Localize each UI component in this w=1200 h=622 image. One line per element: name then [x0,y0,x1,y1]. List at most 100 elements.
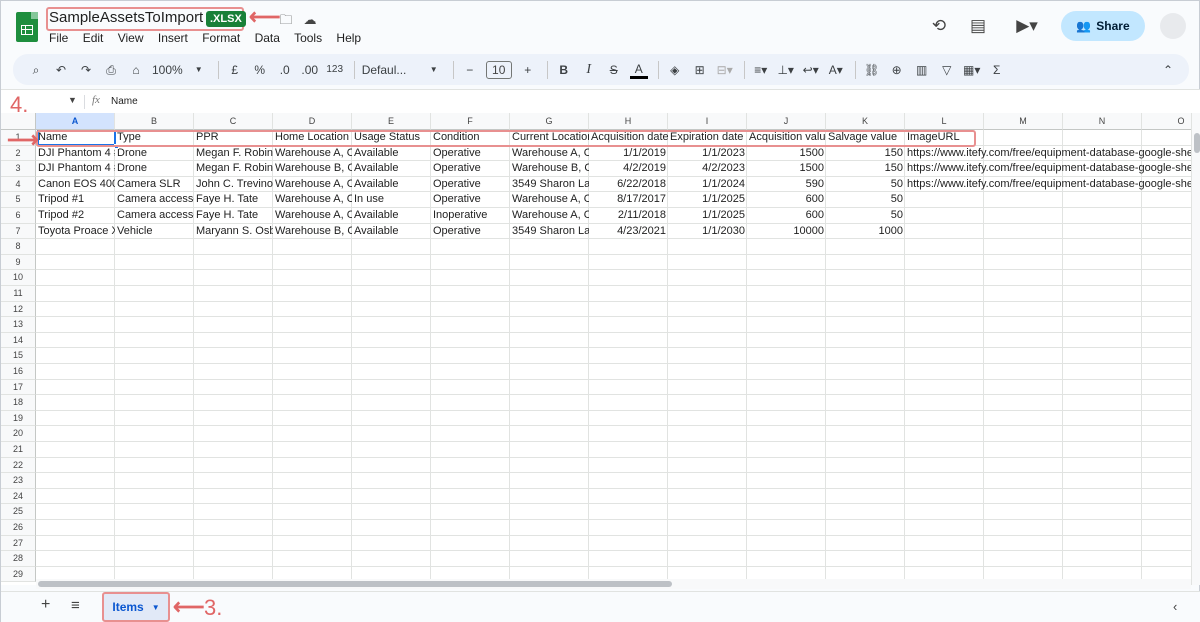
table-cell[interactable]: Camera accesso [115,192,194,208]
font-size-input[interactable]: 10 [485,60,512,79]
row-header-17[interactable]: 17 [1,379,36,396]
meet-icon[interactable]: ▶▾ [1011,15,1043,37]
filter-views-icon[interactable]: ▦▾ [963,60,981,80]
table-cell[interactable] [905,208,984,224]
table-cell[interactable]: DJI Phantom 4 # [36,146,115,162]
column-header-j[interactable]: J [747,113,826,130]
column-header-b[interactable]: B [115,113,194,130]
document-title[interactable]: SampleAssetsToImport [49,9,203,26]
fill-color-icon[interactable]: ◈ [666,60,684,80]
comments-icon[interactable]: ▤ [967,15,989,37]
table-cell[interactable]: Canon EOS 400 [36,177,115,193]
table-cell[interactable]: In use [352,192,431,208]
menu-file[interactable]: File [49,31,68,45]
table-cell[interactable]: Operative [431,161,510,177]
increase-font-size-icon[interactable]: + [519,60,537,80]
row-header-12[interactable]: 12 [1,301,36,318]
table-cell[interactable]: Maryann S. Osb [194,224,273,240]
row-header-13[interactable]: 13 [1,317,36,333]
text-wrapping-icon[interactable]: ↩▾ [802,60,820,80]
row-header-6[interactable]: 6 [1,208,36,224]
sheets-logo-icon[interactable] [16,12,38,42]
table-cell[interactable]: 4/2/2023 [668,161,747,177]
table-cell[interactable]: Faye H. Tate [194,192,273,208]
row-header-4[interactable]: 4 [1,176,36,193]
row-header-5[interactable]: 5 [1,192,36,208]
table-cell[interactable]: 1500 [747,161,826,177]
column-header-d[interactable]: D [273,113,352,130]
row-header-15[interactable]: 15 [1,348,36,364]
table-cell[interactable]: Available [352,161,431,177]
column-header-m[interactable]: M [984,113,1063,130]
table-cell[interactable]: 590 [747,177,826,193]
table-cell[interactable]: 1000 [826,224,905,240]
table-cell[interactable]: Megan F. Robins [194,161,273,177]
table-cell[interactable]: 50 [826,208,905,224]
table-cell[interactable]: 1/1/2025 [668,192,747,208]
menu-tools[interactable]: Tools [294,31,322,45]
table-cell[interactable]: 1/1/2024 [668,177,747,193]
cloud-status-icon[interactable]: ☁ [302,12,318,28]
horizontal-scroll-thumb[interactable] [38,581,672,587]
table-cell[interactable]: https://www.itefy.com/free/equipment-dat… [905,177,1191,193]
menu-insert[interactable]: Insert [158,31,188,45]
formula-input[interactable]: Name [111,96,138,107]
move-folder-icon[interactable]: 🗀 [278,12,294,28]
row-header-8[interactable]: 8 [1,239,36,255]
chevron-down-icon[interactable]: ▼ [190,60,208,80]
table-cell[interactable]: 50 [826,192,905,208]
menu-format[interactable]: Format [202,31,240,45]
table-cell[interactable]: Warehouse A, O [510,192,589,208]
menu-edit[interactable]: Edit [83,31,104,45]
table-cell[interactable]: 3549 Sharon La [510,224,589,240]
row-header-29[interactable]: 29 [1,566,36,583]
column-header-o[interactable]: O [1142,113,1191,130]
table-cell[interactable]: 50 [826,177,905,193]
row-header-9[interactable]: 9 [1,254,36,271]
row-header-20[interactable]: 20 [1,426,36,442]
column-header-k[interactable]: K [826,113,905,130]
row-header-14[interactable]: 14 [1,332,36,349]
borders-icon[interactable]: ⊞ [691,60,709,80]
column-header-l[interactable]: L [905,113,984,130]
horizontal-scrollbar[interactable] [36,579,1191,589]
bold-button[interactable]: B [555,60,573,80]
vertical-align-icon[interactable]: ⊥▾ [777,60,795,80]
column-header-c[interactable]: C [194,113,273,130]
share-button[interactable]: 👥 Share [1061,11,1145,41]
zoom-select[interactable]: 100% [152,60,183,80]
table-cell[interactable]: 600 [747,192,826,208]
row-header-22[interactable]: 22 [1,457,36,474]
paint-format-icon[interactable]: ⌂ [127,60,145,80]
row-header-27[interactable]: 27 [1,535,36,552]
row-header-16[interactable]: 16 [1,364,36,380]
table-cell[interactable]: 1/1/2019 [589,146,668,162]
vertical-scroll-thumb[interactable] [1194,133,1200,153]
table-cell[interactable]: Megan F. Robins [194,146,273,162]
format-percent-button[interactable]: % [251,60,269,80]
sheet-tab-items[interactable]: Items ▼ [102,592,170,622]
insert-comment-icon[interactable]: ⊕ [888,60,906,80]
table-cell[interactable]: Warehouse A, O [273,208,352,224]
table-cell[interactable]: Vehicle [115,224,194,240]
collapse-toolbar-icon[interactable]: ⌃ [1159,60,1177,80]
menu-view[interactable]: View [118,31,144,45]
row-header-25[interactable]: 25 [1,504,36,520]
table-cell[interactable]: Warehouse A, O [273,177,352,193]
column-header-f[interactable]: F [431,113,510,130]
column-header-h[interactable]: H [589,113,668,130]
table-cell[interactable]: DJI Phantom 4 # [36,161,115,177]
table-cell[interactable]: Warehouse A, O [273,146,352,162]
spreadsheet-grid[interactable]: A B C D E F G H I J K L M N O 1 2 3 4 5 6 7 8 9 10 11 12 13 14 15 16 17… [1,113,1191,585]
table-cell[interactable]: 4/2/2019 [589,161,668,177]
table-cell[interactable] [905,224,984,240]
table-cell[interactable]: 10000 [747,224,826,240]
horizontal-align-icon[interactable]: ≡▾ [752,60,770,80]
text-color-button[interactable]: A [629,61,648,79]
row-header-11[interactable]: 11 [1,286,36,302]
column-header-e[interactable]: E [352,113,431,130]
row-header-19[interactable]: 19 [1,410,36,427]
row-header-23[interactable]: 23 [1,473,36,489]
table-cell[interactable]: 1500 [747,146,826,162]
table-cell[interactable]: https://www.itefy.com/free/equipment-dat… [905,161,1191,177]
